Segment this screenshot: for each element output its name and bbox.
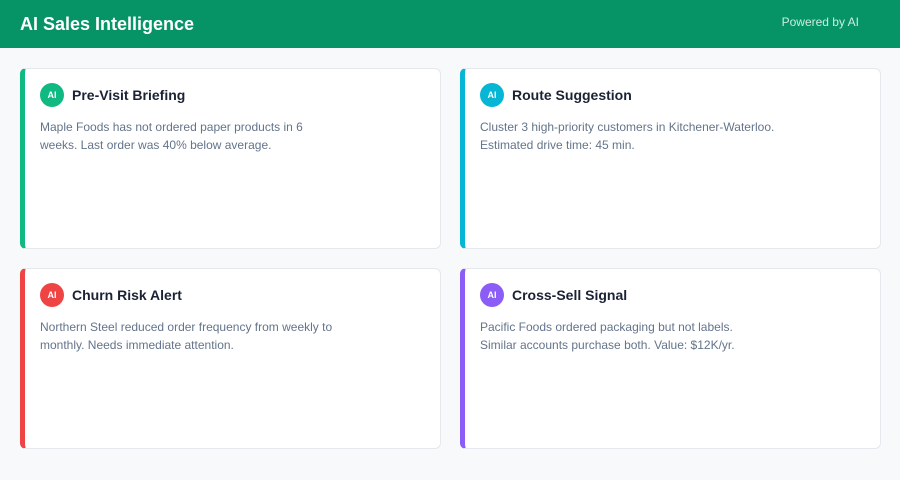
card-route-suggestion[interactable]: AI Route Suggestion Cluster 3 high-prior… <box>460 68 881 249</box>
card-title: Cross-Sell Signal <box>512 287 628 303</box>
card-header: AI Churn Risk Alert <box>40 283 426 307</box>
card-title: Route Suggestion <box>512 87 632 103</box>
card-churn-risk-alert[interactable]: AI Churn Risk Alert Northern Steel reduc… <box>20 268 441 449</box>
ai-badge-icon: AI <box>40 283 64 307</box>
card-header: AI Cross-Sell Signal <box>480 283 866 307</box>
card-description: Pacific Foods ordered packaging but not … <box>480 320 735 352</box>
card-description: Northern Steel reduced order frequency f… <box>40 320 333 352</box>
powered-by-label: Powered by AI <box>781 14 859 29</box>
insight-card-grid: AI Pre-Visit Briefing Maple Foods has no… <box>20 68 881 449</box>
card-header: AI Route Suggestion <box>480 83 866 107</box>
ai-badge-icon: AI <box>480 83 504 107</box>
card-description: Maple Foods has not ordered paper produc… <box>40 120 303 152</box>
app-title: AI Sales Intelligence <box>20 13 195 34</box>
card-title: Churn Risk Alert <box>72 287 182 303</box>
card-title: Pre-Visit Briefing <box>72 87 186 103</box>
card-header: AI Pre-Visit Briefing <box>40 83 426 107</box>
ai-badge-icon: AI <box>480 283 504 307</box>
card-cross-sell-signal[interactable]: AI Cross-Sell Signal Pacific Foods order… <box>460 268 881 449</box>
card-pre-visit-briefing[interactable]: AI Pre-Visit Briefing Maple Foods has no… <box>20 68 441 249</box>
app-header: AI Sales Intelligence Powered by AI <box>0 0 900 48</box>
card-description: Cluster 3 high-priority customers in Kit… <box>480 120 775 152</box>
ai-badge-icon: AI <box>40 83 64 107</box>
